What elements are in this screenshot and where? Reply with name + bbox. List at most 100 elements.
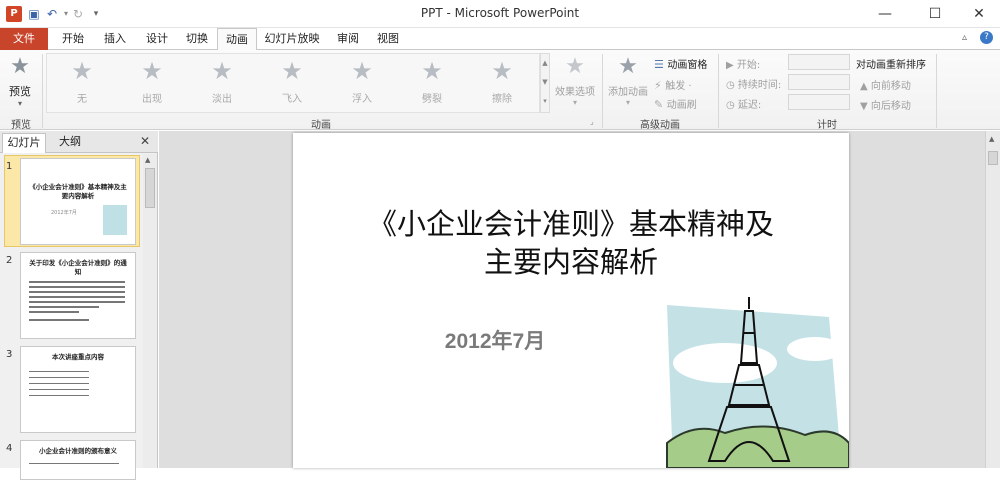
ribbon-minimize-icon[interactable]: ▵ xyxy=(962,32,967,43)
text-line xyxy=(29,286,125,288)
start-text: 开始: xyxy=(736,60,761,71)
slide-title-line: 《小企业会计准则》基本精神及 xyxy=(367,207,774,241)
trigger-label: 触发 · xyxy=(665,81,692,92)
anim-fly-in[interactable]: ★ 飞入 xyxy=(264,56,320,106)
scroll-thumb[interactable] xyxy=(988,151,998,165)
slide-thumb-3[interactable]: 本次讲座重点内容 xyxy=(20,346,136,433)
anim-label: 劈裂 xyxy=(422,94,442,105)
thumb-subtitle: 2012年7月 xyxy=(51,210,77,216)
text-line xyxy=(29,395,89,396)
divider xyxy=(602,54,603,128)
dialog-launcher-icon[interactable]: ⌟ xyxy=(590,117,594,126)
help-icon[interactable]: ? xyxy=(980,31,993,44)
tab-file[interactable]: 文件 xyxy=(0,28,48,50)
slide-title[interactable]: 《小企业会计准则》基本精神及 主要内容解析 xyxy=(323,205,819,281)
tab-animations[interactable]: 动画 xyxy=(217,28,257,51)
slide-title-line: 主要内容解析 xyxy=(483,245,658,279)
text-line xyxy=(29,377,89,378)
trigger-button[interactable]: ⚡ 触发 · xyxy=(654,77,692,92)
duration-text: 持续时间: xyxy=(737,80,782,91)
tab-insert[interactable]: 插入 xyxy=(96,28,134,50)
eiffel-tower-image[interactable] xyxy=(665,293,849,468)
anim-fade[interactable]: ★ 淡出 xyxy=(194,56,250,106)
tab-view[interactable]: 视图 xyxy=(370,28,406,50)
pane-scrollbar[interactable]: ▲ xyxy=(143,154,157,468)
anim-split[interactable]: ★ 劈裂 xyxy=(404,56,460,106)
add-animation-button[interactable]: ★ 添加动画 ▾ xyxy=(606,54,650,107)
anim-label: 飞入 xyxy=(282,94,302,105)
thumb-title: 关于印发《小企业会计准则》的通知 xyxy=(29,259,127,276)
tab-transitions[interactable]: 切换 xyxy=(178,28,216,50)
star-icon: ★ xyxy=(71,57,93,85)
scroll-up-icon[interactable]: ▲ xyxy=(145,156,150,164)
slide-number: 3 xyxy=(6,349,13,360)
divider xyxy=(42,54,43,128)
anim-none[interactable]: ★ 无 xyxy=(54,56,110,106)
star-icon: ★ xyxy=(421,57,443,85)
tab-review[interactable]: 审阅 xyxy=(330,28,366,50)
scroll-thumb[interactable] xyxy=(145,168,155,208)
text-line xyxy=(29,306,99,308)
slide-thumb-1[interactable]: 《小企业会计准则》基本精神及主要内容解析 2012年7月 xyxy=(20,158,136,245)
eiffel-tower-thumb-icon xyxy=(103,205,127,235)
minimize-button[interactable]: — xyxy=(862,0,908,28)
start-icon: ▶ xyxy=(726,60,737,71)
anim-appear[interactable]: ★ 出现 xyxy=(124,56,180,106)
tab-slideshow[interactable]: 幻灯片放映 xyxy=(260,28,324,50)
animation-pane-button[interactable]: ☰ 动画窗格 xyxy=(654,56,707,71)
anim-label: 浮入 xyxy=(352,94,372,105)
thumb-title: 小企业会计准则的颁布意义 xyxy=(39,447,117,455)
text-line xyxy=(29,463,119,464)
thumb-title: 《小企业会计准则》基本精神及主要内容解析 xyxy=(29,183,127,200)
delay-spinner[interactable] xyxy=(788,94,850,110)
text-line xyxy=(29,296,125,298)
add-dropdown-icon: ▾ xyxy=(625,98,630,107)
move-later-button[interactable]: ▼ 向后移动 xyxy=(860,97,911,112)
effect-options-label: 效果选项 xyxy=(555,87,595,98)
scroll-up-icon[interactable]: ▲ xyxy=(989,135,994,143)
anim-label: 淡出 xyxy=(212,94,232,105)
effect-star-icon: ★ xyxy=(565,54,585,79)
anim-label: 擦除 xyxy=(492,94,512,105)
timing-group-label: 计时 xyxy=(817,120,837,131)
gallery-scroll[interactable]: ▲ ▼ ▾ xyxy=(540,53,550,113)
editor-scrollbar[interactable]: ▲ xyxy=(985,131,1000,468)
maximize-button[interactable]: ☐ xyxy=(912,0,958,28)
cloud xyxy=(787,337,843,361)
close-pane-icon[interactable]: ✕ xyxy=(140,134,150,148)
start-select[interactable] xyxy=(788,54,850,70)
add-animation-label: 添加动画 xyxy=(608,87,648,98)
text-line xyxy=(29,281,125,283)
divider xyxy=(936,54,937,128)
duration-spinner[interactable] xyxy=(788,74,850,90)
slide-thumb-2[interactable]: 关于印发《小企业会计准则》的通知 xyxy=(20,252,136,339)
tab-slides[interactable]: 幻灯片 xyxy=(2,133,46,153)
effect-options-button[interactable]: ★ 效果选项 ▾ xyxy=(554,54,596,107)
tab-home[interactable]: 开始 xyxy=(54,28,92,50)
animation-pane-icon: ☰ xyxy=(654,58,664,71)
slide-subtitle[interactable]: 2012年7月 xyxy=(365,325,625,355)
trigger-icon: ⚡ xyxy=(654,79,662,92)
slide-number: 1 xyxy=(6,161,13,172)
up-arrow-icon: ▲ xyxy=(860,81,871,92)
animation-painter-button[interactable]: ✎ 动画刷 xyxy=(654,96,697,111)
preview-star-icon: ★ xyxy=(10,54,30,79)
star-icon: ★ xyxy=(351,57,373,85)
tab-design[interactable]: 设计 xyxy=(138,28,176,50)
text-line xyxy=(29,389,89,390)
anim-float-in[interactable]: ★ 浮入 xyxy=(334,56,390,106)
preview-button[interactable]: ★ 预览 ▾ xyxy=(4,54,36,108)
delay-label: ◷ 延迟: xyxy=(726,96,761,111)
text-line xyxy=(29,319,89,321)
current-slide[interactable]: 《小企业会计准则》基本精神及 主要内容解析 2012年7月 xyxy=(293,133,849,468)
anim-wipe[interactable]: ★ 擦除 xyxy=(474,56,530,106)
close-button[interactable]: ✕ xyxy=(956,0,1000,28)
move-earlier-button[interactable]: ▲ 向前移动 xyxy=(860,77,911,92)
slide-thumb-4[interactable]: 小企业会计准则的颁布意义 xyxy=(20,440,136,480)
pane-tabs: 幻灯片 大纲 ✕ xyxy=(0,131,158,153)
move-later-label: 向后移动 xyxy=(870,101,911,112)
preview-group-label: 预览 xyxy=(11,120,31,131)
star-icon: ★ xyxy=(491,57,513,85)
tab-outline[interactable]: 大纲 xyxy=(50,133,90,153)
trees xyxy=(666,425,849,468)
